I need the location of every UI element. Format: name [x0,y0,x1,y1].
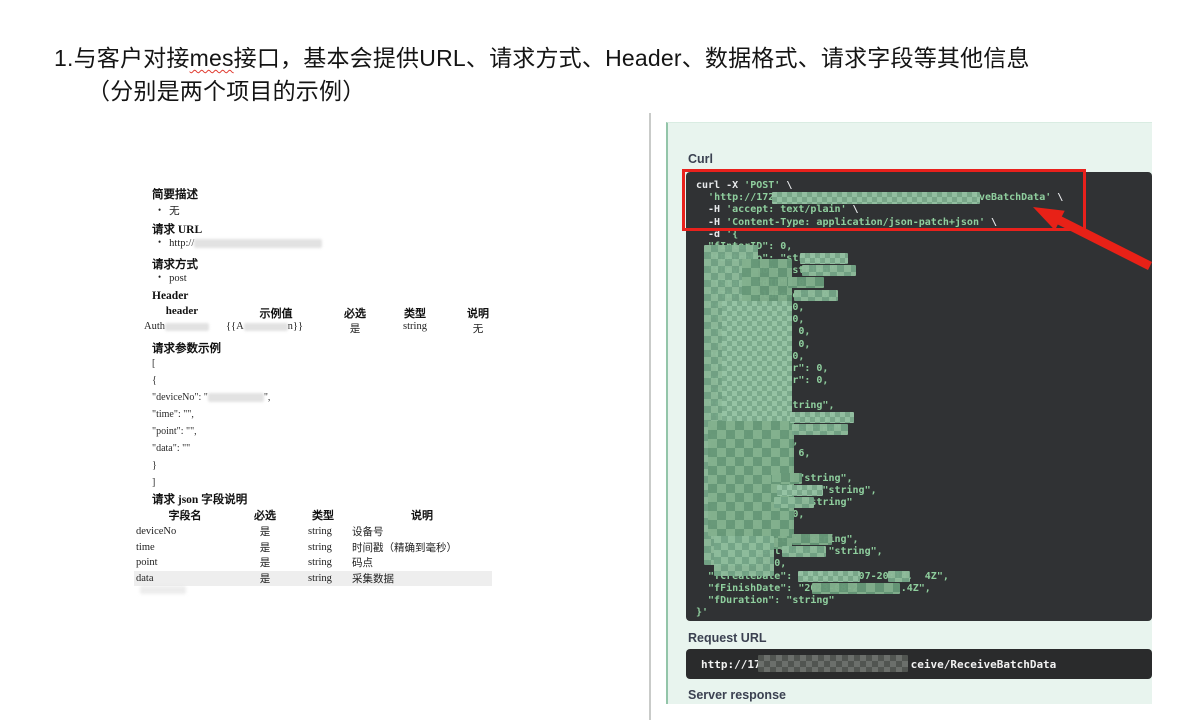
table-cell: 是 [236,555,294,570]
table-cell: 码点 [352,555,492,570]
json-example-line: "point": "", [152,426,197,437]
column-header: 说明 [352,506,492,524]
column-header: 必选 [236,506,294,524]
table-cell: 是 [236,540,294,555]
redaction-blur [165,323,209,331]
fields-table-rows: deviceNo是string设备号time是string时间戳（精确到毫秒）p… [134,524,492,586]
table-cell: deviceNo [134,526,236,537]
request-url-prefix: http://17 [701,658,761,671]
annotation-highlight-box [682,169,1086,231]
column-header: 类型 [384,305,446,321]
bullet-icon: • [158,272,161,282]
mosaic-patch [792,424,848,435]
table-cell: string [294,526,352,537]
mosaic-patch [774,497,814,508]
doc-item-brief: •无 [158,203,180,218]
column-header: 字段名 [134,506,236,524]
curl-code-block: curl -X 'POST' \ 'http://172 iveBatchDat… [686,172,1152,621]
title-line2: （分别是两个项目的示例） [54,75,1154,108]
request-url-bar: http://17 ceive/ReceiveBatchData [686,649,1152,679]
mosaic-patch [714,536,774,576]
table-cell: string [294,557,352,568]
doc-heading-url: 请求 URL [152,221,202,237]
table-cell: 设备号 [352,524,492,539]
json-example-line: } [152,460,157,471]
json-example-line: "time": "", [152,409,194,420]
column-header: 示例值 [226,305,326,321]
mosaic-patch [790,412,854,423]
table-row: point是string码点 [134,555,492,571]
table-row: time是string时间戳（精确到毫秒） [134,540,492,556]
table-cell: 是 [326,321,384,336]
mosaic-patch [772,473,802,484]
column-header: 类型 [294,506,352,524]
table-cell: string [384,321,446,336]
doc-item-url: •http:// [158,238,322,249]
table-cell: 时间戳（精确到毫秒） [352,540,492,555]
table-row: data是string采集数据 [134,571,492,587]
redaction-blur [208,393,264,402]
table-cell: string [294,573,352,584]
mosaic-patch [812,583,900,594]
table-cell: {{An}} [226,321,326,336]
doc-heading-fields: 请求 json 字段说明 [152,491,247,507]
doc-heading-params: 请求参数示例 [152,340,221,356]
bullet-icon: • [158,237,161,247]
table-cell: 是 [236,524,294,539]
doc-heading-method: 请求方式 [152,256,198,272]
table-cell: 采集数据 [352,571,492,586]
server-response-label: Server response [688,688,786,702]
redaction-blur [194,239,322,248]
curl-label: Curl [688,152,713,166]
mosaic-patch [758,655,908,672]
request-url-label: Request URL [688,631,766,645]
mosaic-patch [794,290,838,301]
table-cell: point [134,557,236,568]
mosaic-patch [888,571,910,582]
curl-code-line: }' [686,607,1152,619]
doc-item-method: •post [158,273,187,284]
table-cell: string [294,542,352,553]
redaction-blur [140,586,186,594]
table-cell: time [134,542,236,553]
fields-table: 字段名 必选 类型 说明 deviceNo是string设备号time是stri… [134,506,492,586]
mosaic-patch [798,571,860,582]
title-text-pre: 1.与客户对接 [54,45,190,71]
json-example-line: "data": "" [152,443,190,454]
table-row: deviceNo是string设备号 [134,524,492,540]
json-example-line: { [152,375,157,386]
table-cell: 无 [446,321,510,336]
json-example-line: ] [152,477,155,488]
mosaic-patch [792,534,832,545]
curl-code-line: "fDuration": "string" [686,595,1152,607]
slide-title: 1.与客户对接mes接口，基本会提供URL、请求方式、Header、数据格式、请… [54,42,1154,108]
table-cell: 是 [236,571,294,586]
doc-heading-header: Header [152,290,188,302]
mosaic-patch [800,253,848,264]
request-url-suffix: ceive/ReceiveBatchData [911,658,1057,671]
curl-code-line: "fFinishDate": "2023-08-2 .4Z", [686,583,1152,595]
mosaic-patch [788,277,824,288]
mosaic-patch [802,265,856,276]
window-edge-line [649,113,651,720]
column-header: header [138,305,226,321]
title-mes-word: mes [190,45,234,71]
doc-heading-brief: 简要描述 [152,186,198,202]
redaction-blur [244,323,288,331]
bullet-icon: • [158,205,161,215]
header-table: header 示例值 必选 类型 说明 Auth {{An}} 是 string… [138,305,510,336]
column-header: 说明 [446,305,510,321]
column-header: 必选 [326,305,384,321]
fields-table-header: 字段名 必选 类型 说明 [134,506,492,524]
title-text-post: 接口，基本会提供URL、请求方式、Header、数据格式、请求字段等其他信息 [234,45,1030,71]
table-cell: Auth [138,321,226,336]
mosaic-patch [777,485,823,496]
mosaic-patch [782,546,826,557]
json-example-line: "deviceNo": "", [152,392,270,403]
table-cell: data [134,573,236,584]
json-example-line: [ [152,358,155,369]
